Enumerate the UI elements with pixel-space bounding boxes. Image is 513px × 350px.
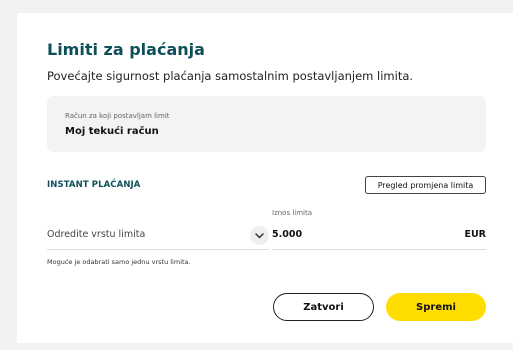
amount-value: 5.000 — [272, 229, 303, 240]
account-value: Moj tekući račun — [65, 126, 159, 137]
limit-type-select[interactable]: Odredite vrstu limita — [47, 222, 269, 250]
amount-currency: EUR — [464, 229, 486, 240]
account-label: Račun za koji postavljam limit — [65, 112, 170, 120]
modal-title: Limiti za plaćanja — [47, 40, 205, 59]
account-selector[interactable]: Račun za koji postavljam limit Moj tekuć… — [47, 96, 486, 152]
amount-label: Iznos limita — [272, 209, 313, 217]
overview-limit-changes-button[interactable]: Pregled promjena limita — [365, 176, 486, 194]
close-button[interactable]: Zatvori — [273, 293, 374, 321]
instant-section-title: INSTANT PLAĆANJA — [47, 180, 141, 190]
amount-input[interactable]: 5.000 EUR — [272, 222, 486, 250]
limits-modal: Limiti za plaćanja Povećajte sigurnost p… — [17, 13, 513, 343]
limit-hint: Moguće je odabrati samo jednu vrstu limi… — [47, 258, 191, 266]
limit-type-value: Odredite vrstu limita — [47, 229, 146, 240]
modal-subtitle: Povećajte sigurnost plaćanja samostalnim… — [47, 69, 414, 83]
save-button[interactable]: Spremi — [386, 293, 486, 321]
chevron-down-icon[interactable] — [250, 226, 269, 245]
